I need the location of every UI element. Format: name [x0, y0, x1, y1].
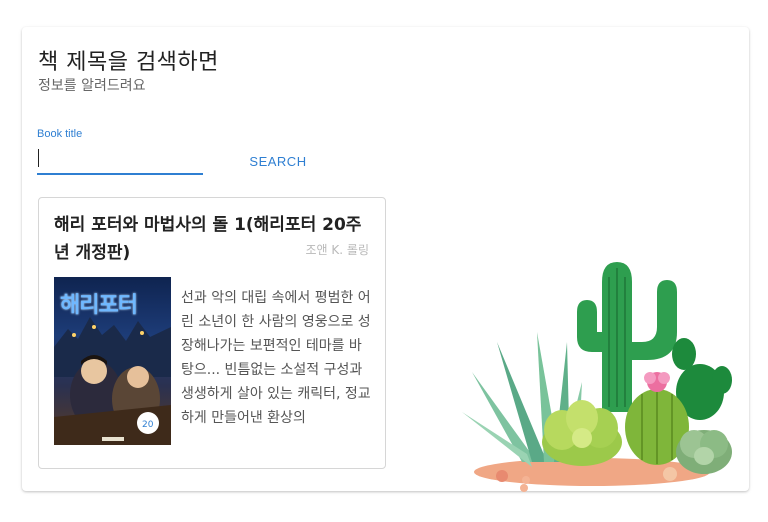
book-title-input[interactable]	[37, 145, 203, 175]
book-title-label: Book title	[37, 128, 83, 140]
search-button[interactable]: SEARCH	[238, 147, 318, 175]
svg-text:20: 20	[142, 420, 154, 430]
book-cover-image: 20 해리포터	[54, 277, 171, 445]
page-title: 책 제목을 검색하면	[38, 50, 219, 75]
book-cover-title: 해리포터	[60, 293, 138, 318]
book-description: 선과 악의 대립 속에서 평범한 어린 소년이 한 사람의 영웅으로 성장해나가…	[181, 290, 371, 426]
book-author: 조앤 K. 롤링	[305, 243, 369, 257]
page-subtitle: 정보를 알려드려요	[38, 78, 146, 94]
search-card: 책 제목을 검색하면 정보를 알려드려요 Book title SEARCH 해…	[22, 27, 749, 492]
book-result-card[interactable]: 해리 포터와 마법사의 돌 1(해리포터 20주년 개정판) 조앤 K. 롤링 …	[38, 197, 386, 469]
text-cursor	[38, 149, 39, 167]
cactus-illustration	[462, 262, 732, 492]
book-title: 해리 포터와 마법사의 돌 1(해리포터 20주년 개정판)	[54, 215, 362, 263]
